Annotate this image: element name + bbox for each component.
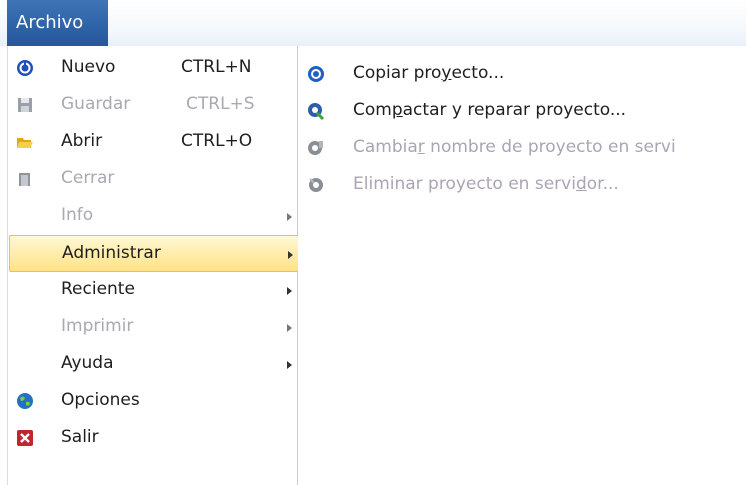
menu-item-label: Salir (61, 427, 99, 447)
file-menu: Nuevo CTRL+N Guardar CTRL+S Abrir CTRL+O… (7, 46, 299, 485)
menu-item-label: Reciente (61, 279, 135, 299)
submenu-arrow-icon (287, 324, 292, 332)
save-icon (18, 98, 32, 112)
submenu-item-cambiar-nombre: Cambiar nombre de proyecto en servi (298, 130, 746, 167)
submenu-arrow-icon (288, 251, 293, 259)
menu-item-ayuda[interactable]: Ayuda (9, 346, 299, 383)
submenu-item-label: Copiar proyecto... (353, 63, 505, 83)
rename-server-icon (308, 141, 323, 155)
menu-item-guardar: Guardar CTRL+S (9, 87, 299, 124)
menu-item-reciente[interactable]: Reciente (9, 272, 299, 309)
menu-item-label: Ayuda (61, 353, 114, 373)
menu-item-salir[interactable]: Salir (9, 420, 299, 457)
menu-item-label: Opciones (61, 390, 140, 410)
delete-server-icon (309, 178, 323, 192)
submenu-administrar: Copiar proyecto... Compactar y reparar p… (298, 46, 746, 485)
new-project-icon (17, 60, 33, 76)
ribbon-strip (0, 0, 746, 46)
submenu-item-label: Compactar y reparar proyecto... (353, 100, 627, 120)
submenu-item-label: Eliminar proyecto en servidor... (353, 174, 619, 194)
menu-item-info: Info (9, 198, 299, 235)
tab-archivo[interactable]: Archivo (7, 0, 108, 46)
options-globe-icon (17, 393, 33, 409)
menu-item-label: Guardar (61, 94, 131, 114)
exit-x-icon (17, 430, 33, 446)
close-door-icon (19, 173, 30, 186)
compact-repair-icon (308, 103, 325, 120)
submenu-item-compactar[interactable]: Compactar y reparar proyecto... (298, 93, 746, 130)
menu-item-shortcut: CTRL+N (181, 57, 252, 77)
menu-item-shortcut: CTRL+O (181, 131, 253, 151)
menu-item-nuevo[interactable]: Nuevo CTRL+N (9, 50, 299, 87)
menu-item-label: Nuevo (61, 57, 116, 77)
menu-item-imprimir: Imprimir (9, 309, 299, 346)
menu-item-shortcut: CTRL+S (186, 94, 255, 114)
copy-project-icon (308, 66, 324, 82)
menu-item-cerrar: Cerrar (9, 161, 299, 198)
open-folder-icon (17, 138, 33, 148)
menu-item-label: Administrar (62, 243, 161, 263)
submenu-arrow-icon (287, 361, 292, 369)
submenu-arrow-icon (287, 287, 292, 295)
submenu-item-copiar[interactable]: Copiar proyecto... (298, 56, 746, 93)
submenu-item-label: Cambiar nombre de proyecto en servi (353, 137, 676, 157)
menu-item-label: Abrir (61, 131, 103, 151)
menu-item-administrar[interactable]: Administrar (9, 235, 299, 272)
menu-item-label: Info (61, 205, 94, 225)
menu-item-opciones[interactable]: Opciones (9, 383, 299, 420)
menu-item-label: Imprimir (61, 316, 134, 336)
menu-item-abrir[interactable]: Abrir CTRL+O (9, 124, 299, 161)
menu-item-label: Cerrar (61, 168, 115, 188)
submenu-item-eliminar: Eliminar proyecto en servidor... (298, 167, 746, 204)
submenu-arrow-icon (287, 213, 292, 221)
